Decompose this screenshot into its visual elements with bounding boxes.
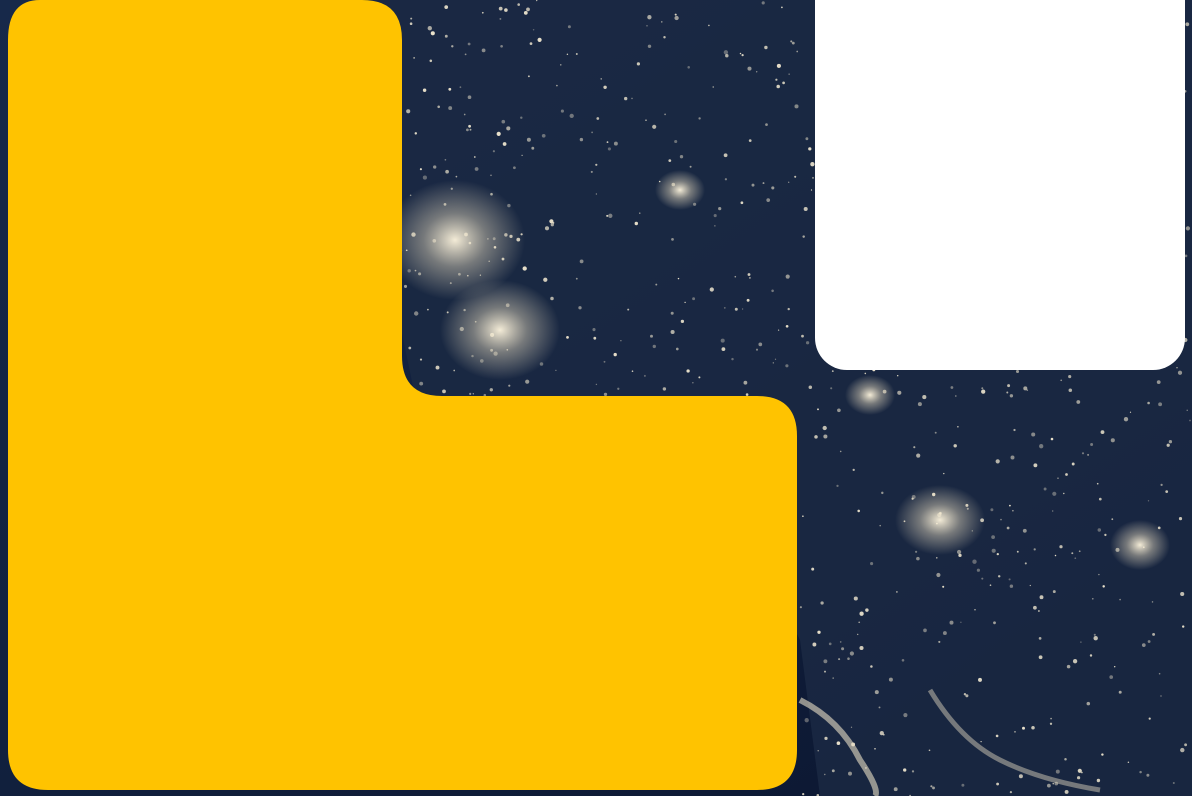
white-square-tile bbox=[815, 0, 1185, 370]
yellow-l-shape-path bbox=[8, 0, 797, 790]
